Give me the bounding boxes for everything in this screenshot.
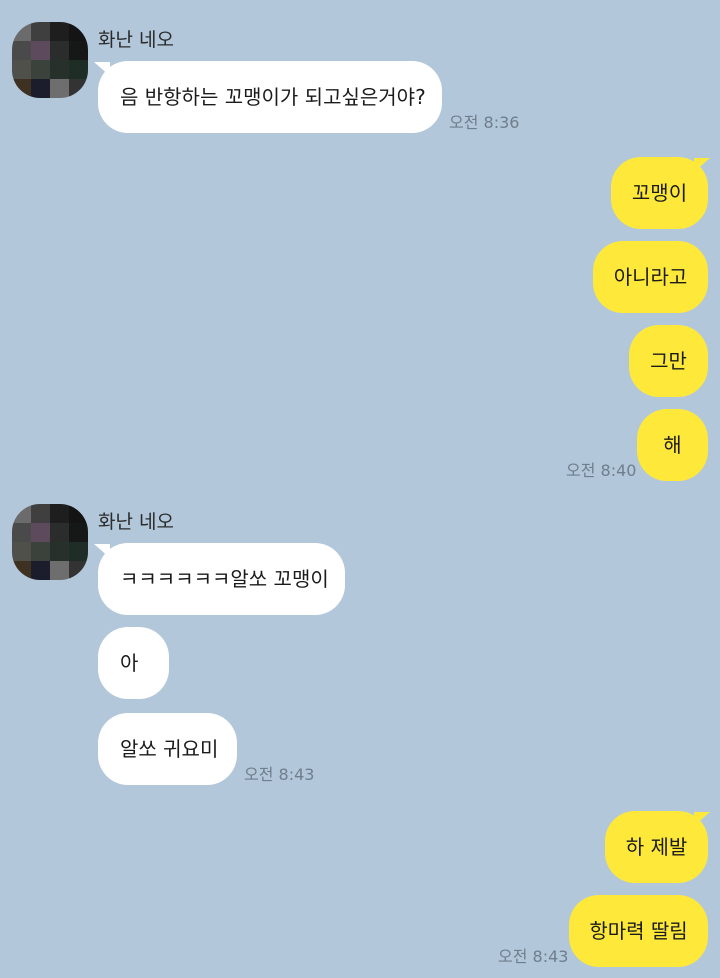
message-bubble[interactable]: 알쏘 귀요미	[98, 713, 237, 785]
message-timestamp: 오전 8:36	[449, 113, 520, 132]
message-bubble[interactable]: 항마력 딸림	[569, 895, 708, 967]
sender-name: 화난 네오	[98, 511, 174, 533]
sender-name: 화난 네오	[98, 29, 174, 51]
message-bubble[interactable]: ㅋㅋㅋㅋㅋㅋ알쏘 꼬맹이	[98, 543, 345, 615]
message-bubble[interactable]: 꼬맹이	[611, 157, 708, 229]
avatar[interactable]	[12, 22, 88, 98]
message-bubble[interactable]: 해	[637, 409, 708, 481]
message-bubble[interactable]: 음 반항하는 꼬맹이가 되고싶은거야?	[98, 61, 442, 133]
message-timestamp: 오전 8:43	[244, 765, 315, 784]
message-timestamp: 오전 8:40	[566, 461, 637, 480]
message-bubble[interactable]: 하 제발	[605, 811, 708, 883]
message-bubble[interactable]: 그만	[629, 325, 708, 397]
avatar[interactable]	[12, 504, 88, 580]
message-bubble[interactable]: 아	[98, 627, 169, 699]
message-timestamp: 오전 8:43	[498, 947, 569, 966]
message-bubble[interactable]: 아니라고	[593, 241, 708, 313]
